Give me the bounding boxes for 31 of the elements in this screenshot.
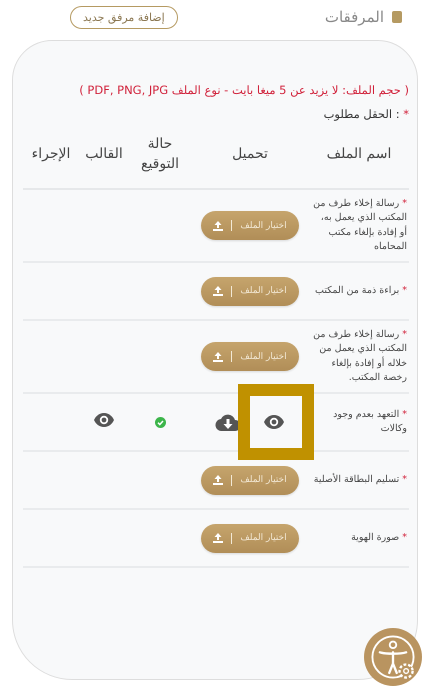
column-header: الإجراء [23,129,79,190]
document-icon [392,11,402,23]
eye-icon[interactable] [263,414,285,430]
column-header: حالة التوقيع [129,129,191,190]
choose-file-button[interactable]: اختيار الملف [201,466,299,495]
accessibility-icon[interactable] [364,628,422,686]
upload-icon [213,352,224,362]
required-field-note: : الحقل مطلوب [324,107,400,121]
choose-file-button[interactable]: اختيار الملف [201,342,299,372]
upload-icon [213,475,224,486]
file-name: * التعهد بعدم وجود وكالات [309,393,409,452]
upload-icon [213,533,224,544]
cloud-download-icon[interactable] [215,413,241,432]
add-attachment-button[interactable]: إضافة مرفق جديد [70,6,178,28]
upload-icon [213,220,224,231]
choose-file-button[interactable]: اختيار الملف [201,524,299,553]
column-header: القالب [79,129,129,190]
file-name: * تسليم البطاقة الأصلية [309,451,409,510]
column-header: اسم الملف [309,129,409,190]
file-name: * رسالة إخلاء طرف من المكتب الذي يعمل به، أو إفادة بإلغاء مكتب المحاماه [309,189,409,262]
eye-icon[interactable] [93,412,115,428]
file-name: * رسالة إخلاء طرف من المكتب الذي يعمل من خلاله أو إفادة بإلغاء رخصة المكتب. [309,320,409,394]
upload-icon [213,286,224,296]
required-mark: * [403,107,409,121]
file-limits-note: ( حجم الملف: لا يزيد عن 5 ميغا بايت - نوع الملف PDF, PNG, JPG ) [78,82,409,99]
choose-file-button[interactable]: اختيار الملف [201,211,299,240]
choose-file-button[interactable]: اختيار الملف [201,276,299,306]
file-name: * صورة الهوية [309,509,409,568]
file-name: * براءة ذمة من المكتب [309,262,409,320]
column-header: تحميل [191,129,309,190]
section-title: المرفقات [324,8,384,26]
